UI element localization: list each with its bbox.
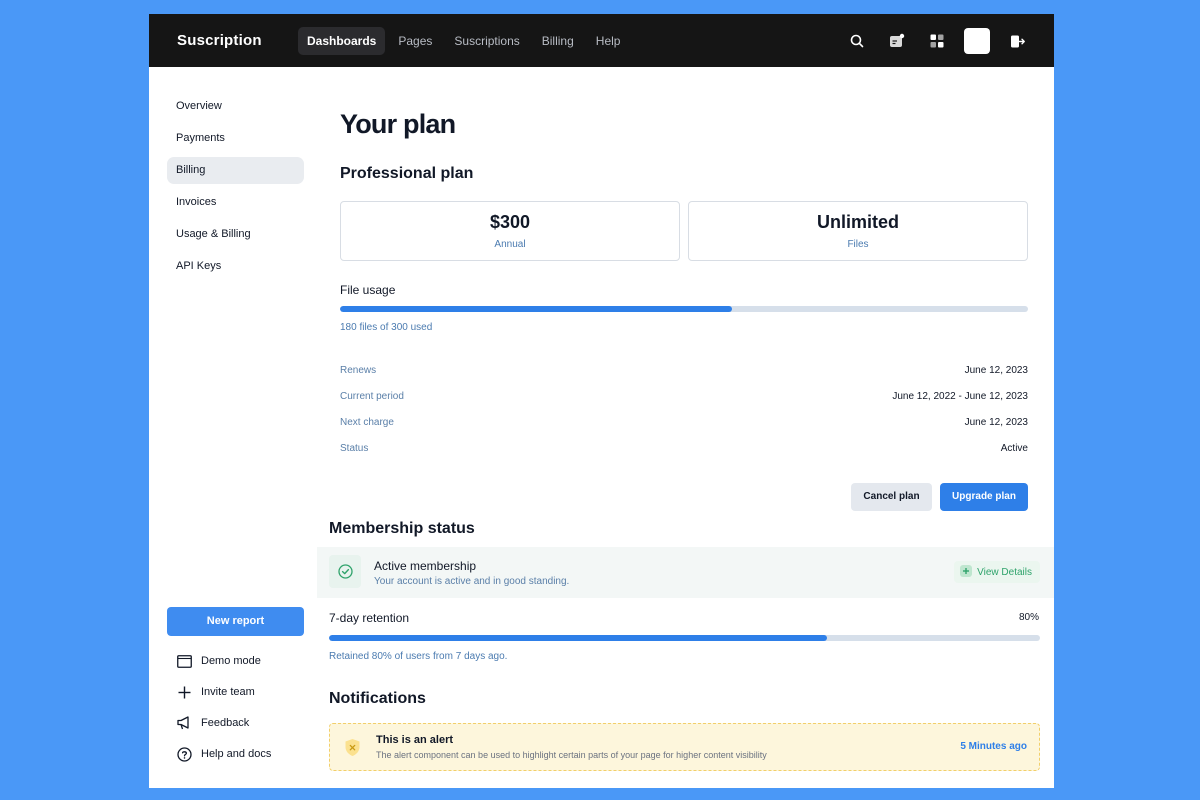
main-nav: Dashboards Pages Suscriptions Billing He… [298,27,629,55]
sidebar-item-api-keys[interactable]: API Keys [167,253,304,280]
file-usage-label: File usage [340,283,396,297]
detail-row-next-charge: Next charge June 12, 2023 [340,417,1028,431]
status-value: Active [1000,443,1028,454]
detail-key: Next charge [340,417,394,428]
apps-grid-icon[interactable] [924,28,950,54]
sidebar-item-invoices[interactable]: Invoices [167,189,304,216]
alert-title: This is an alert [376,734,454,746]
membership-card: Active membership Your account is active… [317,547,1054,598]
alert-banner: This is an alert The alert component can… [329,723,1040,771]
files-label: Files [847,239,869,250]
retention-text: Retained 80% of users from 7 days ago. [329,651,508,662]
megaphone-icon [176,715,192,731]
retention-fill [329,635,827,641]
detail-key: Status [340,443,369,454]
plus-icon [176,684,192,700]
price-value: $300 [489,212,531,232]
upgrade-plan-button[interactable]: Upgrade plan [940,483,1028,511]
detail-value: June 12, 2023 [964,417,1028,428]
membership-title: Active membership [374,559,477,573]
retention-label: 7-day retention [329,611,410,625]
page-title: Your plan [340,109,456,139]
nav-item-billing[interactable]: Billing [533,27,583,55]
alert-body: The alert component can be used to highl… [376,750,767,760]
top-bar: Suscription Dashboards Pages Suscription… [149,14,1054,67]
membership-subtitle: Your account is active and in good stand… [374,576,570,587]
cancel-plan-button[interactable]: Cancel plan [851,483,932,511]
new-report-button[interactable]: New report [167,607,304,636]
detail-value: June 12, 2022 - June 12, 2023 [892,391,1028,402]
feedback-link[interactable]: Feedback [176,715,249,731]
monitor-icon [176,653,192,669]
avatar[interactable] [964,28,990,54]
help-docs-label: Help and docs [201,748,272,760]
detail-value: June 12, 2023 [964,365,1028,376]
nav-item-dashboards[interactable]: Dashboards [298,27,386,55]
retention-bar [329,635,1040,641]
search-icon[interactable] [844,28,870,54]
price-period: Annual [494,239,526,250]
nav-item-suscriptions[interactable]: Suscriptions [445,27,528,55]
detail-row-status: Status Active [340,443,1028,457]
invite-team-label: Invite team [201,686,255,698]
demo-mode-link[interactable]: Demo mode [176,653,261,669]
demo-mode-label: Demo mode [201,655,261,667]
check-circle-icon [329,555,361,588]
brand-logo: Suscription [177,32,262,49]
notifications-heading: Notifications [329,690,426,707]
nav-item-help[interactable]: Help [587,27,630,55]
detail-row-current-period: Current period June 12, 2022 - June 12, … [340,391,1028,405]
view-details-button[interactable]: View Details [954,561,1040,583]
sidebar-item-payments[interactable]: Payments [167,125,304,152]
invite-team-link[interactable]: Invite team [176,684,255,700]
detail-key: Current period [340,391,404,402]
plus-square-icon [960,564,973,580]
retention-percent: 80% [1019,612,1040,623]
detail-key: Renews [340,365,377,376]
file-usage-fill [340,306,733,312]
nav-item-pages[interactable]: Pages [389,27,441,55]
detail-row-renews: Renews June 12, 2023 [340,365,1028,379]
feedback-label: Feedback [201,717,250,729]
help-docs-link[interactable]: Help and docs [176,746,271,762]
alert-time[interactable]: 5 Minutes ago [960,741,1027,752]
file-usage-text: 180 files of 300 used [340,322,433,333]
sidebar-item-overview[interactable]: Overview [167,93,304,120]
logout-icon[interactable] [1004,28,1030,54]
file-usage-bar [340,306,1028,312]
notification-icon[interactable] [884,28,910,54]
help-circle-icon [176,746,192,762]
files-card: Unlimited Files [688,201,1028,261]
app-window: Suscription Dashboards Pages Suscription… [149,14,1054,788]
plan-name: Professional plan [340,165,474,182]
membership-heading: Membership status [329,520,475,537]
price-card: $300 Annual [340,201,680,261]
view-details-label: View Details [977,566,1032,578]
files-value: Unlimited [816,212,899,232]
sidebar-item-billing[interactable]: Billing [167,157,304,184]
shield-alert-icon [343,737,361,757]
top-icons [844,28,1030,54]
sidebar-item-usage-billing[interactable]: Usage & Billing [167,221,304,248]
